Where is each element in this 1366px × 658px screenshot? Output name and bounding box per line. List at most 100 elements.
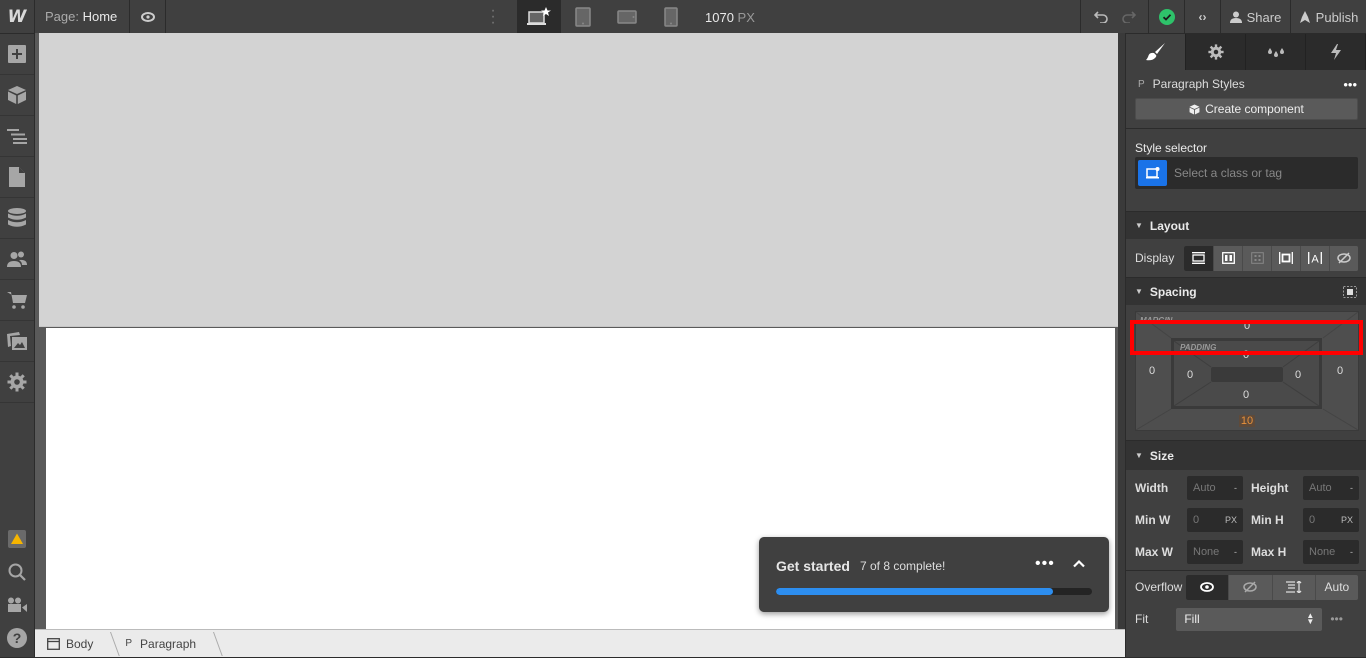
min-width-input[interactable]: 0 PX xyxy=(1187,508,1243,532)
video-tutorials-button[interactable] xyxy=(0,588,34,621)
svg-text:?: ? xyxy=(13,630,22,646)
tab-settings[interactable] xyxy=(1186,34,1246,70)
audit-button[interactable] xyxy=(0,522,34,555)
display-inline-block-icon xyxy=(1279,252,1293,264)
display-none-button[interactable] xyxy=(1329,245,1358,271)
max-width-input[interactable]: None - xyxy=(1187,540,1243,564)
tab-interactions[interactable] xyxy=(1306,34,1366,70)
display-flex-button[interactable] xyxy=(1213,245,1242,271)
margin-bottom-value[interactable]: 10 xyxy=(1239,415,1255,427)
site-status-button[interactable] xyxy=(1148,0,1184,34)
gear-icon xyxy=(7,372,27,392)
cms-button[interactable] xyxy=(0,198,34,239)
display-flex-icon xyxy=(1221,252,1235,264)
size-section-header[interactable]: ▼ Size xyxy=(1126,440,1366,470)
breakpoint-mobile-landscape[interactable] xyxy=(605,0,649,34)
pages-button[interactable] xyxy=(0,157,34,198)
assets-button[interactable] xyxy=(0,321,34,362)
navigator-button[interactable] xyxy=(0,116,34,157)
ecommerce-button[interactable] xyxy=(0,280,34,321)
height-input[interactable]: Auto - xyxy=(1303,476,1359,500)
rocket-icon xyxy=(1299,10,1310,23)
min-height-unit[interactable]: PX xyxy=(1341,515,1353,525)
min-height-input[interactable]: 0 PX xyxy=(1303,508,1359,532)
caret-down-icon: ▼ xyxy=(1135,451,1143,460)
canvas-section-gray[interactable] xyxy=(39,33,1119,327)
display-none-icon xyxy=(1337,252,1351,264)
display-grid-button[interactable] xyxy=(1242,245,1271,271)
display-inline-icon: A xyxy=(1308,252,1322,264)
padding-right-value[interactable]: 0 xyxy=(1288,369,1308,381)
margin-left-value[interactable]: 0 xyxy=(1142,365,1162,377)
breadcrumb-paragraph[interactable]: P Paragraph xyxy=(107,630,210,658)
redo-icon[interactable] xyxy=(1121,11,1136,23)
search-button[interactable] xyxy=(0,555,34,588)
left-toolbar-bottom: ? xyxy=(0,522,34,654)
element-tag: P xyxy=(1138,78,1145,90)
style-selector-input[interactable]: Select a class or tag xyxy=(1135,157,1358,189)
share-button[interactable]: Share xyxy=(1220,0,1290,34)
spacing-toggle-icon[interactable] xyxy=(1343,285,1357,298)
margin-right-value[interactable]: 0 xyxy=(1330,365,1350,377)
code-export-button[interactable]: ‹› xyxy=(1184,0,1220,34)
padding-bottom-value[interactable]: 0 xyxy=(1236,389,1256,401)
publish-label: Publish xyxy=(1315,9,1359,25)
settings-button[interactable] xyxy=(0,362,34,403)
display-inline-button[interactable]: A xyxy=(1300,245,1329,271)
more-options-icon[interactable]: ••• xyxy=(1330,612,1343,626)
height-unit[interactable]: - xyxy=(1350,483,1353,493)
width-unit[interactable]: - xyxy=(1234,483,1237,493)
users-button[interactable] xyxy=(0,239,34,280)
user-icon xyxy=(1229,11,1242,23)
overflow-hidden-button[interactable] xyxy=(1228,574,1271,600)
video-camera-icon xyxy=(8,597,27,612)
max-height-label: Max H xyxy=(1251,545,1287,559)
min-width-unit[interactable]: PX xyxy=(1225,515,1237,525)
more-options-icon[interactable]: ••• xyxy=(1035,555,1055,573)
help-button[interactable]: ? xyxy=(0,621,34,654)
breadcrumb-body[interactable]: Body xyxy=(35,630,107,658)
phone-portrait-icon xyxy=(664,7,678,27)
collapse-button[interactable] xyxy=(1072,557,1086,571)
add-panel-button[interactable] xyxy=(0,34,34,75)
breakpoint-tablet[interactable] xyxy=(561,0,605,34)
max-height-unit[interactable]: - xyxy=(1350,547,1353,557)
users-icon xyxy=(7,251,27,267)
overflow-visible-button[interactable] xyxy=(1186,574,1229,600)
size-title: Size xyxy=(1149,448,1174,463)
size-controls: Width Auto - Height Auto - Min W 0 PX Min H… xyxy=(1126,470,1366,564)
publish-button[interactable]: Publish xyxy=(1290,0,1366,34)
history-controls xyxy=(1080,0,1148,34)
components-button[interactable] xyxy=(0,75,34,116)
more-options-icon[interactable]: ••• xyxy=(1343,77,1357,92)
max-width-value: None xyxy=(1193,546,1220,558)
overflow-auto-button[interactable]: Auto xyxy=(1314,574,1358,600)
padding-left-value[interactable]: 0 xyxy=(1180,369,1200,381)
page-selector[interactable]: Page: Home xyxy=(35,0,131,34)
tab-style[interactable] xyxy=(1126,34,1186,70)
fit-select[interactable]: Fill ▲ ▼ xyxy=(1176,607,1323,631)
overflow-scroll-button[interactable] xyxy=(1271,574,1315,600)
selector-type-button[interactable] xyxy=(1138,160,1167,186)
webflow-logo[interactable]: W xyxy=(0,0,35,34)
tab-style-manager[interactable] xyxy=(1246,34,1306,70)
create-component-button[interactable]: Create component xyxy=(1135,98,1358,120)
undo-icon[interactable] xyxy=(1093,11,1108,23)
max-height-input[interactable]: None - xyxy=(1303,540,1359,564)
more-vertical-icon[interactable]: · · · xyxy=(488,3,498,31)
viewport-width-readout[interactable]: 1070 PX xyxy=(705,10,755,25)
width-input[interactable]: Auto - xyxy=(1187,476,1243,500)
cube-icon xyxy=(8,86,26,104)
breakpoint-mobile-portrait[interactable] xyxy=(649,0,693,34)
canvas-scrollbar[interactable] xyxy=(1118,33,1125,629)
preview-button[interactable] xyxy=(130,0,167,34)
max-width-unit[interactable]: - xyxy=(1234,547,1237,557)
display-inline-block-button[interactable] xyxy=(1271,245,1300,271)
spacing-section-header[interactable]: ▼ Spacing xyxy=(1126,277,1366,305)
drops-icon xyxy=(1267,48,1284,57)
warning-icon xyxy=(8,529,26,548)
layout-section-header[interactable]: ▼ Layout xyxy=(1126,211,1366,239)
breakpoint-desktop-base[interactable] xyxy=(517,0,561,34)
page-icon xyxy=(9,167,25,187)
display-block-button[interactable] xyxy=(1184,245,1213,271)
